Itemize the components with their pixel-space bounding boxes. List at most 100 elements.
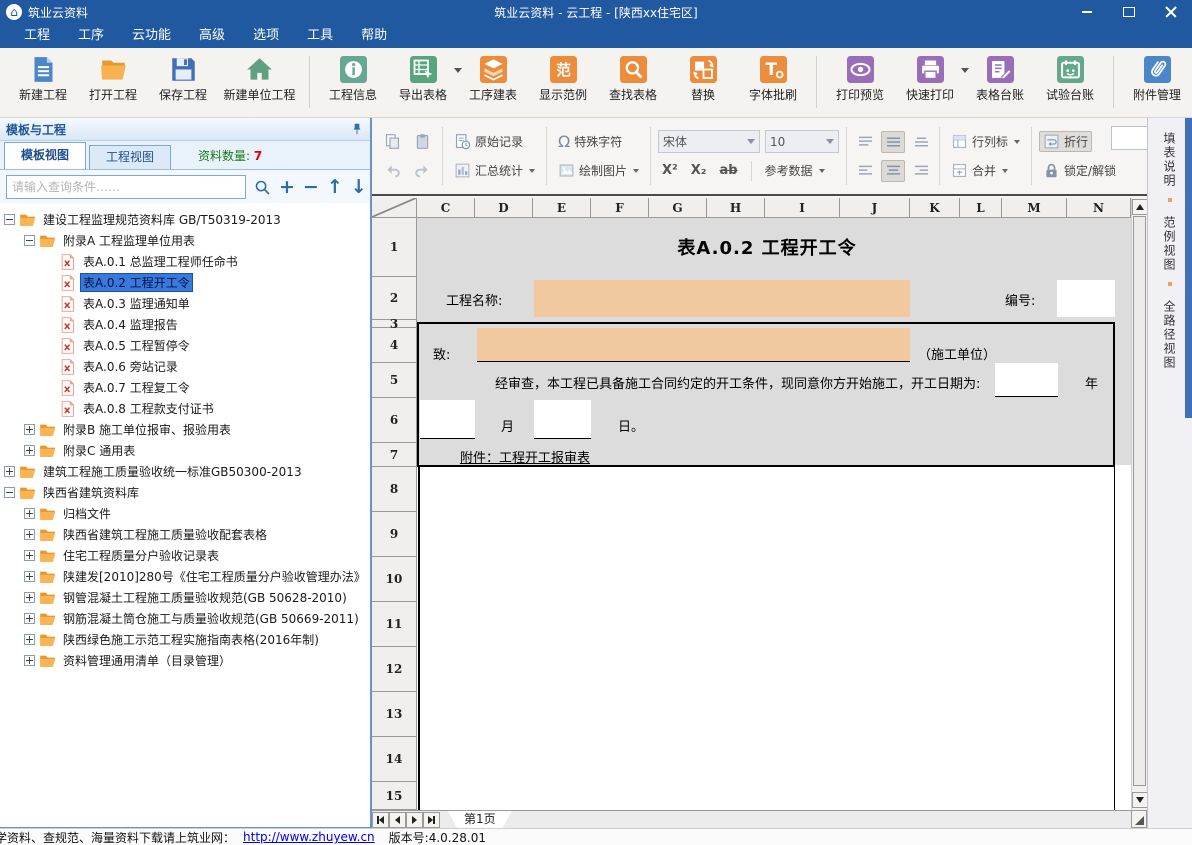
tree-item[interactable]: 附录A 工程监理单位用表	[0, 230, 370, 251]
tree-item-label[interactable]: 表A.0.4 监理报告	[80, 315, 181, 334]
save-project-button[interactable]: 保存工程	[148, 54, 218, 105]
tree-item-label[interactable]: 钢管混凝土工程施工质量验收规范(GB 50628-2010)	[60, 588, 350, 607]
table-ledger-button[interactable]: 表格台账	[965, 54, 1035, 105]
next-page-button[interactable]	[406, 812, 423, 828]
search-input[interactable]	[6, 175, 246, 199]
expand-plus-icon[interactable]	[24, 529, 35, 540]
scroll-up-button[interactable]	[1132, 199, 1148, 215]
last-page-button[interactable]	[423, 812, 440, 828]
tree-item-label[interactable]: 陕建发[2010]280号《住宅工程质量分户验收管理办法》	[60, 567, 369, 586]
tree-item[interactable]: 表A.0.6 旁站记录	[0, 356, 370, 377]
font-brush-button[interactable]: T字体批刷	[738, 54, 808, 105]
sheet-tab-page1[interactable]: 第1页	[448, 811, 512, 828]
row-header-6[interactable]: 6	[372, 398, 417, 443]
expand-plus-icon[interactable]	[4, 466, 15, 477]
tree-item[interactable]: 表A.0.4 监理报告	[0, 314, 370, 335]
row-header-11[interactable]: 11	[372, 602, 417, 647]
collapse-icon[interactable]: −	[303, 178, 319, 197]
dock-tab-3[interactable]: 全路径视图	[1162, 300, 1178, 370]
align-center-button[interactable]	[881, 160, 905, 182]
tab-template-view[interactable]: 模板视图	[4, 142, 86, 169]
move-down-icon[interactable]: ↓	[351, 178, 367, 197]
row-header-2[interactable]: 2	[372, 277, 417, 320]
align-middle-button[interactable]	[881, 131, 905, 153]
project-info-button[interactable]: 工程信息	[318, 54, 388, 105]
quick-print-button[interactable]: 快速打印	[895, 54, 965, 105]
tree-item-label[interactable]: 表A.0.5 工程暂停令	[80, 336, 193, 355]
reference-data-button[interactable]: 参考数据	[761, 160, 829, 181]
pin-icon[interactable]	[350, 122, 364, 136]
column-header-L[interactable]: L	[960, 198, 1002, 218]
row-header-3[interactable]: 3	[372, 320, 417, 328]
expand-plus-icon[interactable]	[24, 613, 35, 624]
show-example-button[interactable]: 范显示范例	[528, 54, 598, 105]
search-icon[interactable]	[254, 178, 271, 196]
row-header-10[interactable]: 10	[372, 557, 417, 602]
redo-button[interactable]	[410, 160, 435, 181]
new-unit-project-button[interactable]: 新建单位工程	[218, 54, 301, 105]
expand-plus-icon[interactable]	[24, 508, 35, 519]
column-header-D[interactable]: D	[475, 198, 533, 218]
first-page-button[interactable]	[372, 812, 389, 828]
column-header-K[interactable]: K	[910, 198, 960, 218]
row-header-12[interactable]: 12	[372, 647, 417, 692]
menu-item-7[interactable]: 帮助	[347, 24, 401, 48]
column-header-N[interactable]: N	[1067, 198, 1131, 218]
tree-item-label[interactable]: 陕西省建筑工程施工质量验收配套表格	[60, 525, 270, 544]
vertical-scrollbar[interactable]	[1131, 198, 1147, 810]
align-right-button[interactable]	[910, 161, 932, 181]
tree-item-label[interactable]: 陕西绿色施工示范工程实施指南表格(2016年制)	[60, 630, 322, 649]
strikethrough-button[interactable]: ab	[715, 162, 741, 179]
tree-item-label[interactable]: 表A.0.7 工程复工令	[80, 378, 193, 397]
tree-item[interactable]: 陕西省建筑工程施工质量验收配套表格	[0, 524, 370, 545]
expand-plus-icon[interactable]	[24, 592, 35, 603]
tree-item[interactable]: 陕西省建筑资料库	[0, 482, 370, 503]
collapse-minus-icon[interactable]	[24, 235, 35, 246]
row-header-13[interactable]: 13	[372, 692, 417, 737]
year-field[interactable]	[995, 363, 1058, 397]
column-header-F[interactable]: F	[591, 198, 649, 218]
scrollbar-thumb[interactable]	[1133, 216, 1146, 786]
move-up-icon[interactable]: ↑	[327, 178, 343, 197]
month-field[interactable]	[420, 400, 475, 439]
row-header-4[interactable]: 4	[372, 328, 417, 363]
draw-picture-button[interactable]: 绘制图片	[554, 160, 643, 181]
expand-plus-icon[interactable]	[24, 424, 35, 435]
menu-item-6[interactable]: 工具	[293, 24, 347, 48]
undo-button[interactable]	[380, 160, 405, 181]
menu-item-3[interactable]: 云功能	[118, 24, 185, 48]
tree-item-label[interactable]: 陕西省建筑资料库	[40, 483, 142, 502]
tree-item-label[interactable]: 建设工程监理规范资料库 GB/T50319-2013	[40, 210, 284, 229]
tree-item[interactable]: 表A.0.8 工程款支付证书	[0, 398, 370, 419]
column-header-G[interactable]: G	[649, 198, 707, 218]
tree-item[interactable]: 钢管混凝土工程施工质量验收规范(GB 50628-2010)	[0, 587, 370, 608]
tree-item-label[interactable]: 建筑工程施工质量验收统一标准GB50300-2013	[40, 462, 305, 481]
tree-item-label[interactable]: 钢筋混凝土筒仓施工与质量验收规范(GB 50669-2011)	[60, 609, 362, 628]
tree-item-label[interactable]: 附录A 工程监理单位用表	[60, 231, 198, 250]
tree-item[interactable]: 建筑工程施工质量验收统一标准GB50300-2013	[0, 461, 370, 482]
website-link[interactable]: http://www.zhuyew.cn	[243, 830, 375, 844]
number-field[interactable]	[1057, 280, 1115, 317]
export-table-button[interactable]: 导出表格	[388, 54, 458, 105]
tree-item[interactable]: 表A.0.5 工程暂停令	[0, 335, 370, 356]
column-header-M[interactable]: M	[1002, 198, 1067, 218]
tree-item-label[interactable]: 表A.0.6 旁站记录	[80, 357, 181, 376]
new-project-button[interactable]: 新建工程	[8, 54, 78, 105]
tree-item-label[interactable]: 附录B 施工单位报审、报验用表	[60, 420, 234, 439]
tree-item[interactable]: 陕西绿色施工示范工程实施指南表格(2016年制)	[0, 629, 370, 650]
replace-button[interactable]: 替换	[668, 54, 738, 105]
expand-plus-icon[interactable]	[24, 634, 35, 645]
tree-item[interactable]: 建设工程监理规范资料库 GB/T50319-2013	[0, 209, 370, 230]
copy-button[interactable]	[380, 131, 405, 152]
expand-icon[interactable]: +	[279, 178, 295, 197]
minimize-button[interactable]	[1066, 0, 1108, 24]
column-header-J[interactable]: J	[840, 198, 910, 218]
tree-item-label[interactable]: 归档文件	[60, 504, 114, 523]
column-header-I[interactable]: I	[765, 198, 840, 218]
collapse-minus-icon[interactable]	[4, 487, 15, 498]
day-field[interactable]	[534, 400, 591, 439]
tree-item[interactable]: 钢筋混凝土筒仓施工与质量验收规范(GB 50669-2011)	[0, 608, 370, 629]
tree-item-label[interactable]: 表A.0.2 工程开工令	[80, 273, 193, 292]
expand-plus-icon[interactable]	[24, 655, 35, 666]
tree-item[interactable]: 归档文件	[0, 503, 370, 524]
